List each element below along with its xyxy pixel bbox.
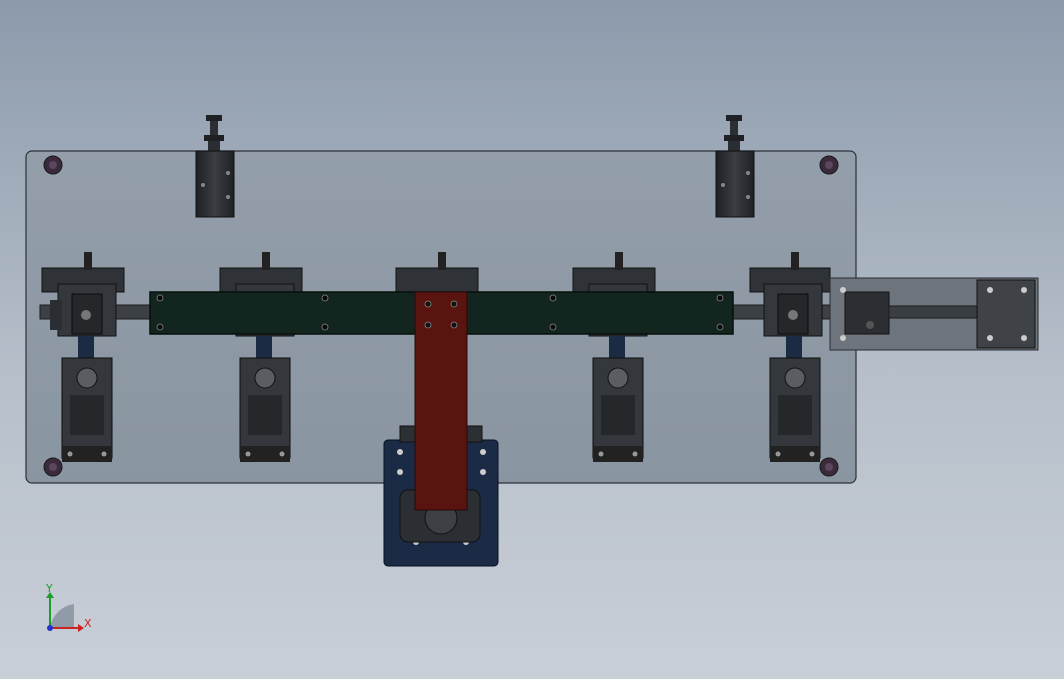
axis-z-dot (47, 625, 53, 631)
axis-y-label: Y (45, 582, 53, 595)
axis-x-label: X (84, 617, 92, 630)
vertical-arm[interactable] (414, 291, 468, 511)
top-valve-left[interactable] (195, 115, 235, 218)
top-valve-right[interactable] (715, 115, 755, 218)
axis-triad: X Y (45, 582, 92, 632)
right-cylinder-assembly[interactable] (829, 277, 1039, 351)
cad-graphics-viewport[interactable]: X Y (0, 0, 1064, 679)
